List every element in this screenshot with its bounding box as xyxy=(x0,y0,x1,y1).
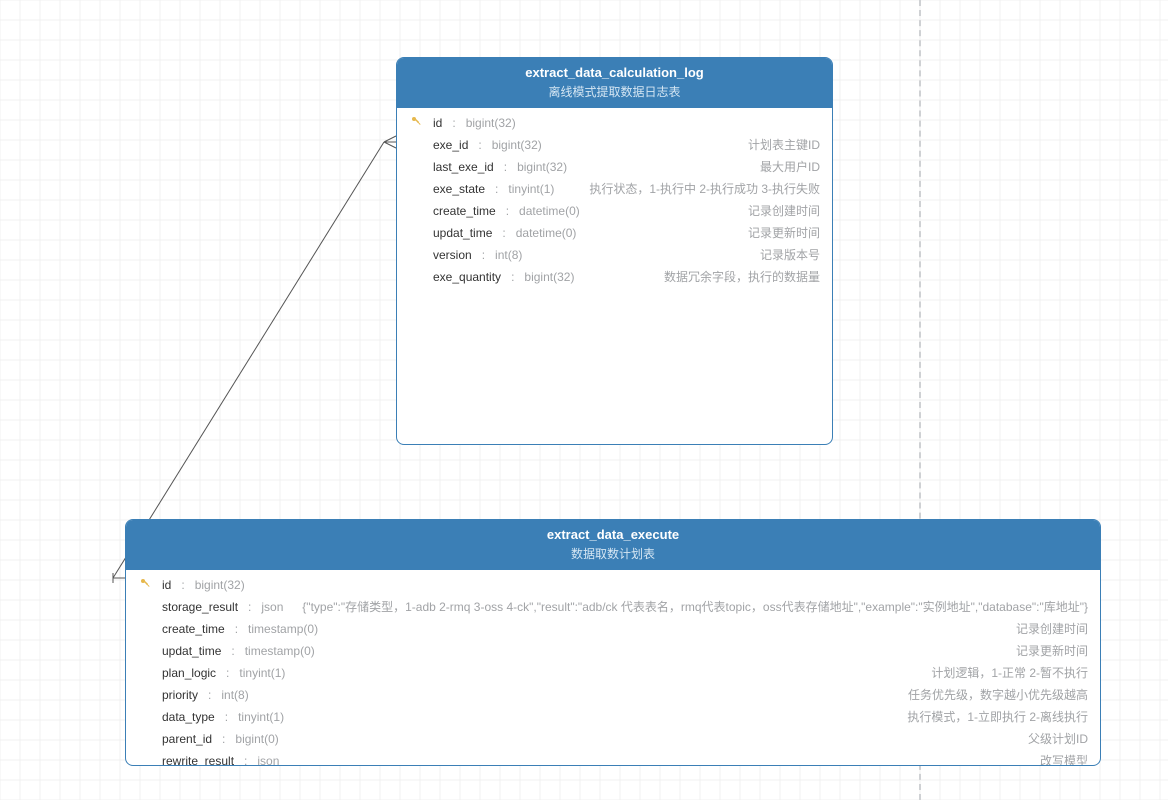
column-comment: 执行状态，1-执行中 2-执行成功 3-执行失败 xyxy=(564,180,820,198)
column-name: rewrite_result xyxy=(162,752,234,766)
column-row[interactable]: updat_time: timestamp(0) 记录更新时间 xyxy=(138,640,1088,662)
column-comment: 数据冗余字段，执行的数据量 xyxy=(584,268,820,286)
colon: : xyxy=(181,576,184,594)
colon: : xyxy=(222,730,225,748)
column-row[interactable]: parent_id: bigint(0) 父级计划ID xyxy=(138,728,1088,750)
column-name: priority xyxy=(162,686,198,704)
column-name: create_time xyxy=(162,620,225,638)
column-type: bigint(0) xyxy=(235,730,278,748)
colon: : xyxy=(235,620,238,638)
column-comment: 计划表主键ID xyxy=(552,136,820,154)
column-row[interactable]: create_time: timestamp(0) 记录创建时间 xyxy=(138,618,1088,640)
column-row[interactable]: rewrite_result: json 改写模型 xyxy=(138,750,1088,766)
column-row[interactable]: priority: int(8) 任务优先级，数字越小优先级越高 xyxy=(138,684,1088,706)
column-row[interactable]: create_time: datetime(0) 记录创建时间 xyxy=(409,200,820,222)
column-comment: 记录更新时间 xyxy=(586,224,820,242)
er-canvas[interactable]: extract_data_calculation_log 离线模式提取数据日志表 i… xyxy=(0,0,1168,800)
table-subtitle: 数据取数计划表 xyxy=(134,546,1092,562)
column-name: version xyxy=(433,246,472,264)
column-type: datetime(0) xyxy=(516,224,577,242)
column-type: tinyint(1) xyxy=(239,664,285,682)
column-comment: {"type":"存储类型，1-adb 2-rmq 3-oss 4-ck","r… xyxy=(293,598,1088,616)
table-card[interactable]: extract_data_execute 数据取数计划表 id: bigint(32… xyxy=(125,519,1101,766)
column-type: json xyxy=(261,598,283,616)
column-comment: 父级计划ID xyxy=(289,730,1088,748)
column-name: id xyxy=(433,114,442,132)
colon: : xyxy=(482,246,485,264)
table-header[interactable]: extract_data_calculation_log 离线模式提取数据日志表 xyxy=(397,58,832,108)
column-type: bigint(32) xyxy=(466,114,516,132)
column-type: bigint(32) xyxy=(517,158,567,176)
colon: : xyxy=(495,180,498,198)
table-title: extract_data_calculation_log xyxy=(405,64,824,82)
column-comment: 记录版本号 xyxy=(532,246,820,264)
colon: : xyxy=(506,202,509,220)
colon: : xyxy=(502,224,505,242)
primary-key-icon xyxy=(409,115,423,127)
colon: : xyxy=(244,752,247,766)
colon: : xyxy=(478,136,481,154)
colon: : xyxy=(208,686,211,704)
table-header[interactable]: extract_data_execute 数据取数计划表 xyxy=(126,520,1100,570)
column-type: json xyxy=(257,752,279,766)
column-row[interactable]: updat_time: datetime(0) 记录更新时间 xyxy=(409,222,820,244)
colon: : xyxy=(504,158,507,176)
column-row[interactable]: version: int(8) 记录版本号 xyxy=(409,244,820,266)
table-subtitle: 离线模式提取数据日志表 xyxy=(405,84,824,100)
column-name: exe_id xyxy=(433,136,468,154)
column-comment: 计划逻辑，1-正常 2-暂不执行 xyxy=(295,664,1088,682)
column-row[interactable]: plan_logic: tinyint(1) 计划逻辑，1-正常 2-暂不执行 xyxy=(138,662,1088,684)
column-name: updat_time xyxy=(162,642,221,660)
column-type: timestamp(0) xyxy=(245,642,315,660)
column-comment: 最大用户ID xyxy=(577,158,820,176)
column-name: storage_result xyxy=(162,598,238,616)
column-row[interactable]: exe_id: bigint(32) 计划表主键ID xyxy=(409,134,820,156)
column-type: timestamp(0) xyxy=(248,620,318,638)
column-type: tinyint(1) xyxy=(238,708,284,726)
column-comment: 记录创建时间 xyxy=(328,620,1088,638)
column-comment: 改写模型 xyxy=(289,752,1088,766)
column-name: exe_state xyxy=(433,180,485,198)
column-name: exe_quantity xyxy=(433,268,501,286)
table-body: id: bigint(32) exe_id: bigint(32) 计划表主键ID l… xyxy=(397,108,832,296)
column-row[interactable]: id: bigint(32) xyxy=(409,112,820,134)
colon: : xyxy=(231,642,234,660)
column-name: parent_id xyxy=(162,730,212,748)
column-name: updat_time xyxy=(433,224,492,242)
colon: : xyxy=(225,708,228,726)
column-type: bigint(32) xyxy=(524,268,574,286)
column-row[interactable]: storage_result: json {"type":"存储类型，1-adb … xyxy=(138,596,1088,618)
colon: : xyxy=(226,664,229,682)
column-comment: 记录创建时间 xyxy=(590,202,820,220)
column-name: plan_logic xyxy=(162,664,216,682)
column-row[interactable]: exe_state: tinyint(1) 执行状态，1-执行中 2-执行成功 3… xyxy=(409,178,820,200)
column-type: bigint(32) xyxy=(492,136,542,154)
column-type: datetime(0) xyxy=(519,202,580,220)
table-title: extract_data_execute xyxy=(134,526,1092,544)
table-body: id: bigint(32) storage_result: json {"type… xyxy=(126,570,1100,766)
colon: : xyxy=(511,268,514,286)
column-type: bigint(32) xyxy=(195,576,245,594)
primary-key-icon xyxy=(138,577,152,589)
column-row[interactable]: id: bigint(32) xyxy=(138,574,1088,596)
column-name: last_exe_id xyxy=(433,158,494,176)
column-type: int(8) xyxy=(221,686,248,704)
column-type: int(8) xyxy=(495,246,522,264)
column-comment: 任务优先级，数字越小优先级越高 xyxy=(259,686,1088,704)
column-comment: 记录更新时间 xyxy=(325,642,1088,660)
column-name: create_time xyxy=(433,202,496,220)
column-row[interactable]: data_type: tinyint(1) 执行模式，1-立即执行 2-离线执行 xyxy=(138,706,1088,728)
table-card[interactable]: extract_data_calculation_log 离线模式提取数据日志表 i… xyxy=(396,57,833,445)
column-name: id xyxy=(162,576,171,594)
column-row[interactable]: exe_quantity: bigint(32) 数据冗余字段，执行的数据量 xyxy=(409,266,820,288)
colon: : xyxy=(452,114,455,132)
column-name: data_type xyxy=(162,708,215,726)
column-type: tinyint(1) xyxy=(508,180,554,198)
column-comment: 执行模式，1-立即执行 2-离线执行 xyxy=(294,708,1088,726)
colon: : xyxy=(248,598,251,616)
column-row[interactable]: last_exe_id: bigint(32) 最大用户ID xyxy=(409,156,820,178)
